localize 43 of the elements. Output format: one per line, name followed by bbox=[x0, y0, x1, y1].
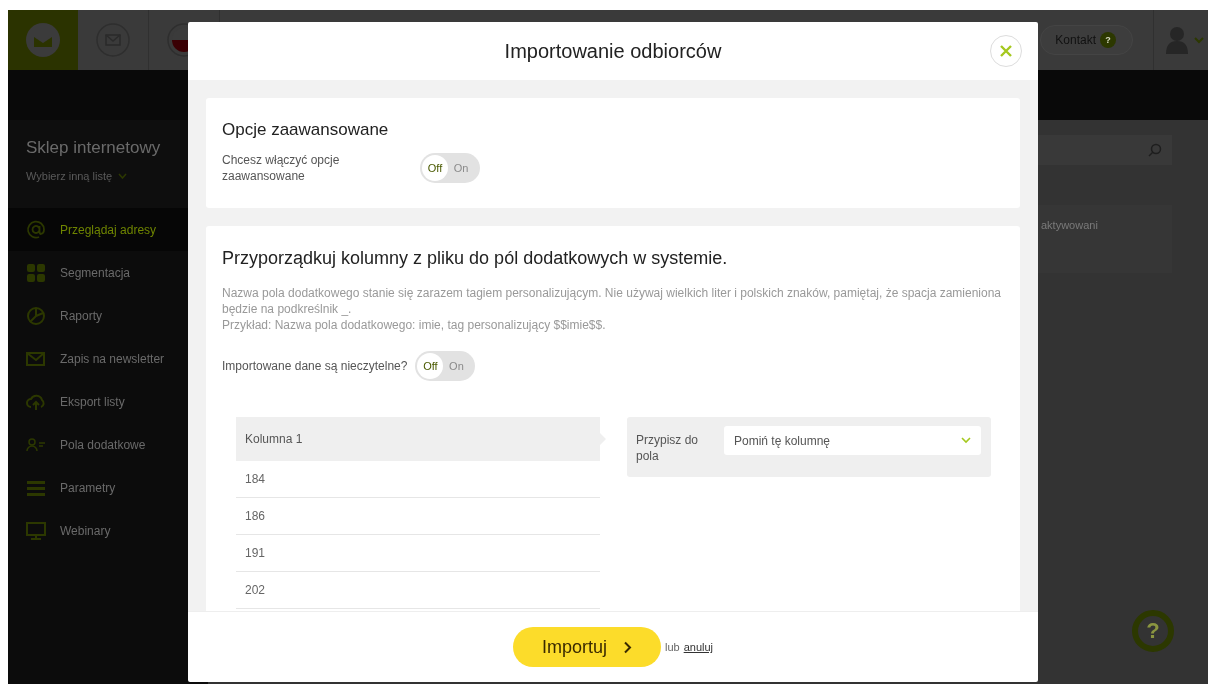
option-label: Importowane dane są nieczytelne? bbox=[222, 359, 408, 373]
menu-item-icon bbox=[26, 520, 46, 541]
column-value: 191 bbox=[236, 535, 600, 572]
description-text: Przykład: Nazwa pola dodatkowego: imie, tag personalizujący $$imie$$. bbox=[222, 317, 607, 333]
help-button[interactable]: ? bbox=[1132, 610, 1174, 652]
column-value: 184 bbox=[236, 461, 600, 498]
list-title: Sklep internetowy bbox=[26, 138, 162, 158]
menu-item-icon bbox=[26, 262, 46, 283]
toggle-switch[interactable]: Off On bbox=[415, 351, 476, 381]
close-icon[interactable] bbox=[1000, 45, 1012, 57]
column-header: Kolumna 1 bbox=[236, 417, 606, 461]
sidebar-item[interactable]: Parametry bbox=[8, 466, 208, 509]
or-text: lub bbox=[664, 641, 680, 653]
chevron-down-icon[interactable] bbox=[1194, 36, 1204, 44]
column-value: 186 bbox=[236, 498, 600, 535]
sidebar-item[interactable]: Pola dodatkowe bbox=[8, 423, 208, 466]
column-value: 202 bbox=[236, 572, 600, 609]
section-heading: Opcje zaawansowane bbox=[222, 120, 390, 140]
sidebar-item[interactable]: Segmentacja bbox=[8, 251, 208, 294]
chevron-down-icon[interactable] bbox=[118, 173, 128, 179]
menu-item-icon bbox=[26, 219, 46, 240]
sidebar-item[interactable]: Webinary bbox=[8, 509, 208, 552]
description-text: Nazwa pola dodatkowego stanie się zarazem tagiem personalizującym. Nie używaj wielkich liter i polskich znaków, pamiętaj, że spacja zamieniona będzie na podkreślnik _. bbox=[222, 285, 1003, 317]
menu-item-icon bbox=[26, 305, 46, 326]
list-switch-link[interactable]: Wybierz inną listę bbox=[26, 170, 113, 182]
import-button[interactable]: Importuj bbox=[512, 627, 661, 667]
option-label: Chcesz włączyć opcje zaawansowane bbox=[222, 152, 341, 184]
help-badge: ? bbox=[1100, 32, 1116, 48]
toggle-switch[interactable]: Off On bbox=[420, 153, 480, 183]
sidebar-item[interactable]: Eksport listy bbox=[8, 380, 208, 423]
cancel-link[interactable]: anuluj bbox=[683, 641, 713, 653]
chevron-down-icon bbox=[961, 437, 971, 444]
field-dropdown[interactable]: Pomiń tę kolumnę bbox=[724, 426, 981, 455]
logo-icon[interactable] bbox=[25, 22, 61, 58]
status-text: aktywowani bbox=[1041, 219, 1098, 231]
sidebar-item[interactable]: Zapis na newsletter bbox=[8, 337, 208, 380]
section-heading: Przyporządkuj kolumny z pliku do pól dodatkowych w systemie. bbox=[222, 248, 729, 269]
dialog-title: Importowanie odbiorców bbox=[504, 39, 722, 63]
sidebar-item[interactable]: Raporty bbox=[8, 294, 208, 337]
search-icon[interactable] bbox=[1148, 143, 1162, 157]
chevron-right-icon bbox=[623, 640, 632, 654]
assign-label: Przypisz do pola bbox=[636, 432, 700, 464]
close-button[interactable] bbox=[990, 35, 1022, 67]
